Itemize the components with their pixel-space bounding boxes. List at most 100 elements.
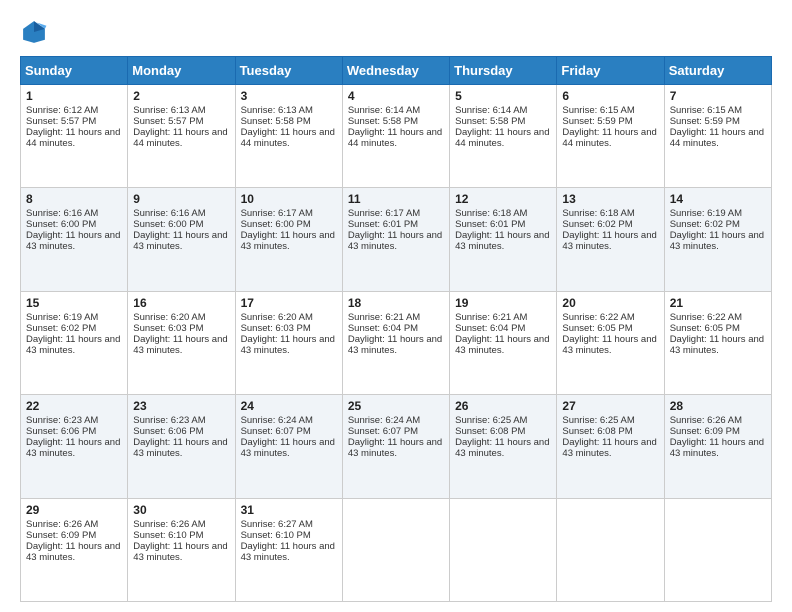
day-number: 14	[670, 192, 766, 206]
calendar-cell: 3 Sunrise: 6:13 AM Sunset: 5:58 PM Dayli…	[235, 85, 342, 188]
daylight-label: Daylight: 11 hours and 43 minutes.	[26, 230, 120, 252]
daylight-label: Daylight: 11 hours and 43 minutes.	[133, 541, 227, 563]
sunrise-label: Sunrise: 6:26 AM	[133, 519, 205, 530]
day-number: 6	[562, 89, 658, 103]
daylight-label: Daylight: 11 hours and 43 minutes.	[133, 230, 227, 252]
daylight-label: Daylight: 11 hours and 43 minutes.	[562, 230, 656, 252]
day-number: 12	[455, 192, 551, 206]
calendar-cell: 27 Sunrise: 6:25 AM Sunset: 6:08 PM Dayl…	[557, 395, 664, 498]
daylight-label: Daylight: 11 hours and 43 minutes.	[455, 230, 549, 252]
sunrise-label: Sunrise: 6:19 AM	[26, 312, 98, 323]
sunrise-label: Sunrise: 6:21 AM	[455, 312, 527, 323]
calendar-cell: 16 Sunrise: 6:20 AM Sunset: 6:03 PM Dayl…	[128, 291, 235, 394]
day-number: 23	[133, 399, 229, 413]
day-number: 18	[348, 296, 444, 310]
sunrise-label: Sunrise: 6:15 AM	[670, 105, 742, 116]
day-number: 9	[133, 192, 229, 206]
sunrise-label: Sunrise: 6:14 AM	[455, 105, 527, 116]
daylight-label: Daylight: 11 hours and 43 minutes.	[455, 437, 549, 459]
sunset-label: Sunset: 6:02 PM	[670, 219, 740, 230]
sunrise-label: Sunrise: 6:27 AM	[241, 519, 313, 530]
daylight-label: Daylight: 11 hours and 43 minutes.	[241, 541, 335, 563]
sunrise-label: Sunrise: 6:20 AM	[241, 312, 313, 323]
sunset-label: Sunset: 6:05 PM	[670, 323, 740, 334]
sunrise-label: Sunrise: 6:18 AM	[455, 208, 527, 219]
daylight-label: Daylight: 11 hours and 43 minutes.	[455, 334, 549, 356]
daylight-label: Daylight: 11 hours and 43 minutes.	[562, 437, 656, 459]
sunrise-label: Sunrise: 6:13 AM	[241, 105, 313, 116]
day-number: 24	[241, 399, 337, 413]
calendar-cell: 24 Sunrise: 6:24 AM Sunset: 6:07 PM Dayl…	[235, 395, 342, 498]
sunrise-label: Sunrise: 6:24 AM	[241, 415, 313, 426]
calendar-cell: 7 Sunrise: 6:15 AM Sunset: 5:59 PM Dayli…	[664, 85, 771, 188]
sunrise-label: Sunrise: 6:21 AM	[348, 312, 420, 323]
calendar-cell: 10 Sunrise: 6:17 AM Sunset: 6:00 PM Dayl…	[235, 188, 342, 291]
day-number: 2	[133, 89, 229, 103]
sunrise-label: Sunrise: 6:24 AM	[348, 415, 420, 426]
daylight-label: Daylight: 11 hours and 43 minutes.	[562, 334, 656, 356]
day-number: 26	[455, 399, 551, 413]
day-number: 1	[26, 89, 122, 103]
header	[20, 18, 772, 46]
sunset-label: Sunset: 6:07 PM	[241, 426, 311, 437]
daylight-label: Daylight: 11 hours and 43 minutes.	[348, 230, 442, 252]
calendar-cell: 17 Sunrise: 6:20 AM Sunset: 6:03 PM Dayl…	[235, 291, 342, 394]
sunrise-label: Sunrise: 6:20 AM	[133, 312, 205, 323]
day-number: 22	[26, 399, 122, 413]
sunset-label: Sunset: 6:01 PM	[348, 219, 418, 230]
calendar-cell: 20 Sunrise: 6:22 AM Sunset: 6:05 PM Dayl…	[557, 291, 664, 394]
sunset-label: Sunset: 6:02 PM	[26, 323, 96, 334]
calendar-cell: 8 Sunrise: 6:16 AM Sunset: 6:00 PM Dayli…	[21, 188, 128, 291]
sunset-label: Sunset: 6:05 PM	[562, 323, 632, 334]
day-number: 19	[455, 296, 551, 310]
sunset-label: Sunset: 6:10 PM	[133, 530, 203, 541]
sunrise-label: Sunrise: 6:25 AM	[455, 415, 527, 426]
sunrise-label: Sunrise: 6:26 AM	[26, 519, 98, 530]
calendar-cell: 28 Sunrise: 6:26 AM Sunset: 6:09 PM Dayl…	[664, 395, 771, 498]
sunrise-label: Sunrise: 6:22 AM	[670, 312, 742, 323]
daylight-label: Daylight: 11 hours and 43 minutes.	[26, 334, 120, 356]
calendar-cell	[342, 498, 449, 601]
sunset-label: Sunset: 6:04 PM	[348, 323, 418, 334]
calendar-cell	[450, 498, 557, 601]
day-number: 27	[562, 399, 658, 413]
calendar-cell: 12 Sunrise: 6:18 AM Sunset: 6:01 PM Dayl…	[450, 188, 557, 291]
day-number: 3	[241, 89, 337, 103]
sunrise-label: Sunrise: 6:18 AM	[562, 208, 634, 219]
daylight-label: Daylight: 11 hours and 43 minutes.	[670, 334, 764, 356]
calendar-cell: 26 Sunrise: 6:25 AM Sunset: 6:08 PM Dayl…	[450, 395, 557, 498]
sunset-label: Sunset: 6:10 PM	[241, 530, 311, 541]
day-number: 20	[562, 296, 658, 310]
calendar-cell: 1 Sunrise: 6:12 AM Sunset: 5:57 PM Dayli…	[21, 85, 128, 188]
day-number: 30	[133, 503, 229, 517]
daylight-label: Daylight: 11 hours and 44 minutes.	[241, 127, 335, 149]
sunrise-label: Sunrise: 6:19 AM	[670, 208, 742, 219]
calendar-cell: 11 Sunrise: 6:17 AM Sunset: 6:01 PM Dayl…	[342, 188, 449, 291]
sunset-label: Sunset: 6:00 PM	[133, 219, 203, 230]
daylight-label: Daylight: 11 hours and 44 minutes.	[455, 127, 549, 149]
sunrise-label: Sunrise: 6:17 AM	[348, 208, 420, 219]
day-number: 16	[133, 296, 229, 310]
calendar-cell: 9 Sunrise: 6:16 AM Sunset: 6:00 PM Dayli…	[128, 188, 235, 291]
calendar-table: SundayMondayTuesdayWednesdayThursdayFrid…	[20, 56, 772, 602]
day-number: 5	[455, 89, 551, 103]
calendar-cell: 23 Sunrise: 6:23 AM Sunset: 6:06 PM Dayl…	[128, 395, 235, 498]
sunset-label: Sunset: 6:06 PM	[133, 426, 203, 437]
sunset-label: Sunset: 5:57 PM	[26, 116, 96, 127]
sunset-label: Sunset: 5:59 PM	[670, 116, 740, 127]
calendar-cell: 30 Sunrise: 6:26 AM Sunset: 6:10 PM Dayl…	[128, 498, 235, 601]
page: SundayMondayTuesdayWednesdayThursdayFrid…	[0, 0, 792, 612]
day-number: 25	[348, 399, 444, 413]
sunrise-label: Sunrise: 6:17 AM	[241, 208, 313, 219]
sunset-label: Sunset: 6:07 PM	[348, 426, 418, 437]
weekday-header-sunday: Sunday	[21, 57, 128, 85]
logo	[20, 18, 52, 46]
daylight-label: Daylight: 11 hours and 43 minutes.	[241, 334, 335, 356]
daylight-label: Daylight: 11 hours and 44 minutes.	[133, 127, 227, 149]
calendar-cell: 22 Sunrise: 6:23 AM Sunset: 6:06 PM Dayl…	[21, 395, 128, 498]
sunset-label: Sunset: 5:58 PM	[348, 116, 418, 127]
day-number: 10	[241, 192, 337, 206]
sunset-label: Sunset: 6:00 PM	[241, 219, 311, 230]
daylight-label: Daylight: 11 hours and 44 minutes.	[26, 127, 120, 149]
sunset-label: Sunset: 6:03 PM	[241, 323, 311, 334]
